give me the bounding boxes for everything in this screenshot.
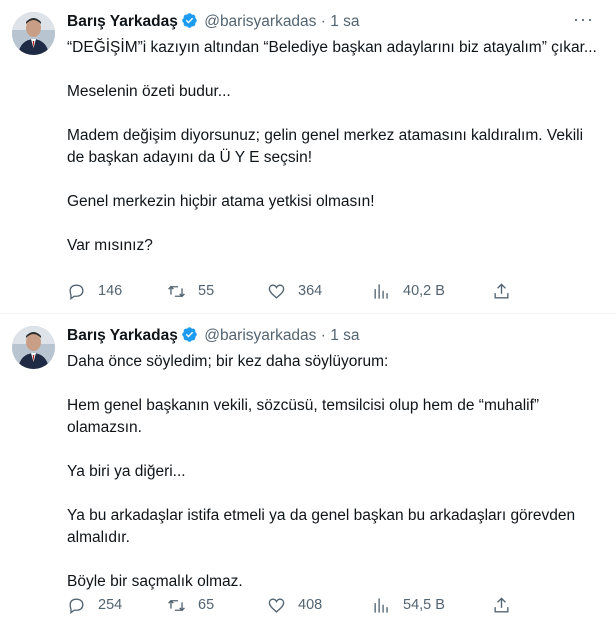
author-handle[interactable]: @barisyarkadas xyxy=(204,13,316,30)
share-button[interactable] xyxy=(492,594,523,616)
like-button[interactable]: 364 xyxy=(267,280,322,302)
avatar[interactable] xyxy=(12,12,55,55)
share-button[interactable] xyxy=(492,280,523,302)
like-count: 408 xyxy=(298,597,323,613)
verified-badge-icon xyxy=(182,13,197,28)
reply-icon xyxy=(69,597,84,614)
separator: · xyxy=(320,327,326,344)
reply-button[interactable]: 254 xyxy=(67,594,122,616)
reply-icon xyxy=(69,283,84,300)
separator: · xyxy=(320,13,326,30)
tweet-paragraph: Daha önce söyledim; bir kez daha söylüyo… xyxy=(67,353,389,370)
share-icon xyxy=(494,596,509,613)
tweet[interactable]: Barış Yarkadaş @barisyarkadas · 1 sa Dah… xyxy=(0,314,616,624)
retweet-icon xyxy=(168,285,185,297)
tweet-paragraph: Var mısınız? xyxy=(67,237,153,254)
views-count: 54,5 B xyxy=(403,597,445,613)
like-icon xyxy=(268,597,285,613)
verified-badge-icon xyxy=(182,327,197,342)
tweet-header: Barış Yarkadaş @barisyarkadas · 1 sa xyxy=(67,326,360,346)
views-icon xyxy=(374,597,388,613)
reply-count: 146 xyxy=(98,283,123,299)
share-icon xyxy=(494,282,509,299)
timestamp[interactable]: 1 sa xyxy=(330,327,359,344)
tweet-paragraph: Madem değişim diyorsunuz; gelin genel me… xyxy=(67,127,584,166)
avatar[interactable] xyxy=(12,326,55,369)
retweet-count: 65 xyxy=(198,597,215,613)
author-name[interactable]: Barış Yarkadaş xyxy=(67,13,178,30)
retweet-icon xyxy=(168,599,185,611)
retweet-button[interactable]: 55 xyxy=(167,280,214,302)
tweet-paragraph: Hem genel başkanın vekili, sözcüsü, tems… xyxy=(67,397,540,436)
like-icon xyxy=(268,283,285,299)
more-icon[interactable]: ··· xyxy=(573,10,594,28)
views-button[interactable]: 40,2 B xyxy=(372,280,445,302)
reply-count: 254 xyxy=(98,597,123,613)
author-handle[interactable]: @barisyarkadas xyxy=(204,327,316,344)
tweet-actions: 146 55 364 40,2 B xyxy=(67,280,600,302)
tweet-actions: 254 65 408 54,5 B xyxy=(67,594,600,616)
views-count: 40,2 B xyxy=(403,283,445,299)
tweet-paragraph: Ya biri ya diğeri... xyxy=(67,463,186,480)
tweet-text: “DEĞİŞİM”i kazıyın altından “Belediye ba… xyxy=(67,37,600,279)
like-count: 364 xyxy=(298,283,323,299)
tweet-paragraph: Meselenin özeti budur... xyxy=(67,83,231,100)
tweet-text: Daha önce söyledim; bir kez daha söylüyo… xyxy=(67,351,600,615)
views-icon xyxy=(374,283,388,299)
views-button[interactable]: 54,5 B xyxy=(372,594,445,616)
retweet-button[interactable]: 65 xyxy=(167,594,214,616)
author-name[interactable]: Barış Yarkadaş xyxy=(67,327,178,344)
tweet-paragraph: Genel merkezin hiçbir atama yetkisi olma… xyxy=(67,193,375,210)
like-button[interactable]: 408 xyxy=(267,594,322,616)
tweet[interactable]: Barış Yarkadaş @barisyarkadas · 1 sa ···… xyxy=(0,0,616,314)
tweet-paragraph: Ya bu arkadaşlar istifa etmeli ya da gen… xyxy=(67,507,576,546)
tweet-paragraph: Böyle bir saçmalık olmaz. xyxy=(67,573,243,590)
retweet-count: 55 xyxy=(198,283,215,299)
timestamp[interactable]: 1 sa xyxy=(330,13,359,30)
tweet-paragraph: “DEĞİŞİM”i kazıyın altından “Belediye ba… xyxy=(67,39,597,56)
reply-button[interactable]: 146 xyxy=(67,280,122,302)
tweet-header: Barış Yarkadaş @barisyarkadas · 1 sa xyxy=(67,12,360,32)
